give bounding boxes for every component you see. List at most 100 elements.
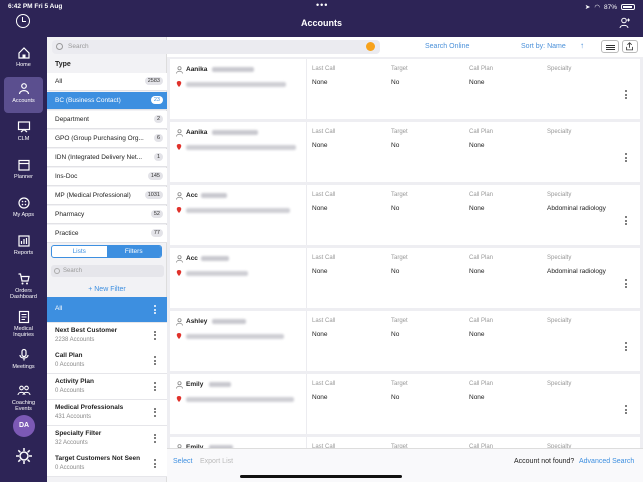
account-card[interactable]: Emily Last Call Target Call Plan Specialty [170, 437, 640, 448]
rail-item-meetings[interactable]: Meetings [4, 343, 43, 379]
type-row[interactable]: BC (Business Contact) 23 [47, 92, 167, 110]
rail-item-coaching-events[interactable]: Coaching Events [4, 379, 43, 415]
last-call-header: Last Call [312, 255, 336, 261]
tab-lists[interactable]: Lists [52, 246, 107, 257]
last-call-value: None [312, 394, 328, 401]
redacted-name [212, 67, 255, 72]
account-search-bar[interactable]: Search [52, 40, 380, 54]
rail-item-accounts[interactable]: Accounts [4, 77, 43, 113]
rail-item-my-apps[interactable]: My Apps [4, 191, 43, 227]
specialty-value: Abdominal radiology [547, 205, 606, 212]
account-card[interactable]: Aanika Last Call Target Call Plan Specialty N… [170, 59, 640, 119]
more-options-icon[interactable] [154, 382, 156, 392]
type-label: Department [55, 116, 89, 123]
new-filter-button[interactable]: + New Filter [47, 286, 167, 293]
user-avatar[interactable]: DA [13, 415, 35, 437]
share-export-button[interactable] [622, 40, 638, 53]
filter-search-bar[interactable]: Search [51, 265, 164, 277]
more-options-icon[interactable] [625, 279, 627, 290]
type-row[interactable]: All 2583 [47, 73, 167, 91]
filter-row[interactable]: Specialty Filter 32 Accounts [47, 425, 167, 452]
type-count-badge: 2 [153, 115, 163, 123]
export-list-button[interactable]: Export List [200, 458, 233, 465]
more-options-icon[interactable] [625, 153, 627, 164]
home-indicator[interactable] [240, 475, 402, 478]
more-options-icon[interactable] [154, 433, 156, 443]
target-value: No [391, 142, 400, 149]
apps-icon [17, 197, 30, 209]
last-call-value: None [312, 331, 328, 338]
target-value: No [391, 205, 400, 212]
more-options-icon[interactable] [154, 305, 156, 314]
add-account-icon[interactable] [619, 17, 631, 29]
filter-name: Medical Professionals [55, 403, 124, 411]
target-header: Target [391, 66, 408, 72]
target-header: Target [391, 318, 408, 324]
more-options-icon[interactable] [154, 330, 156, 340]
rail-item-orders-dashboard[interactable]: Orders Dashboard [4, 267, 43, 303]
account-not-found-label: Account not found? [514, 458, 575, 465]
filter-search-input[interactable]: Search [63, 268, 82, 274]
more-options-icon[interactable] [625, 342, 627, 353]
type-row[interactable]: IDN (Integrated Delivery Net... 1 [47, 149, 167, 167]
more-options-icon[interactable] [625, 90, 627, 101]
last-call-header: Last Call [312, 381, 336, 387]
filter-row[interactable]: Call Plan 0 Accounts [47, 348, 167, 375]
call-plan-value: None [469, 331, 485, 338]
list-view-button[interactable] [601, 40, 619, 53]
type-row[interactable]: MP (Medical Professional) 1031 [47, 187, 167, 205]
type-label: GPO (Group Purchasing Org... [55, 135, 144, 142]
target-header: Target [391, 192, 408, 198]
tab-filters[interactable]: Filters [106, 246, 161, 257]
filter-row[interactable]: Activity Plan 0 Accounts [47, 374, 167, 401]
column-divider [306, 122, 307, 182]
account-card[interactable]: Acc Last Call Target Call Plan Specialty None… [170, 185, 640, 245]
type-row[interactable]: Practice 77 [47, 225, 167, 243]
location-pin-icon [176, 396, 182, 402]
person-icon [176, 66, 183, 74]
search-online-link[interactable]: Search Online [425, 43, 469, 50]
redacted-name [212, 319, 247, 324]
advanced-search-link[interactable]: Advanced Search [579, 458, 634, 465]
rail-item-clm[interactable]: CLM [4, 115, 43, 151]
account-list[interactable]: Aanika Last Call Target Call Plan Specialty N… [167, 57, 643, 448]
account-card[interactable]: Emily Last Call Target Call Plan Specialty No… [170, 374, 640, 434]
filter-row[interactable]: All [47, 297, 167, 323]
sort-direction-icon[interactable]: ↑ [580, 41, 584, 50]
more-options-icon[interactable] [625, 405, 627, 416]
type-row[interactable]: GPO (Group Purchasing Org... 6 [47, 130, 167, 148]
gear-icon[interactable] [14, 446, 34, 466]
voice-search-icon[interactable] [366, 42, 375, 51]
rail-item-planner[interactable]: Planner [4, 153, 43, 189]
status-indicators: ➤ ◠ 87% [585, 3, 635, 11]
account-card[interactable]: Aanika Last Call Target Call Plan Specialty N… [170, 122, 640, 182]
multitask-dots-icon[interactable]: ••• [316, 0, 328, 10]
account-card[interactable]: Ashley Last Call Target Call Plan Specialty N… [170, 311, 640, 371]
account-card[interactable]: Acc Last Call Target Call Plan Specialty None… [170, 248, 640, 308]
filter-row[interactable]: Next Best Customer 2238 Accounts [47, 322, 167, 349]
select-button[interactable]: Select [173, 458, 192, 465]
target-value: No [391, 268, 400, 275]
filter-row[interactable]: Target Customers Not Seen 0 Accounts [47, 451, 167, 478]
filter-count: 2238 Accounts [55, 336, 95, 343]
more-options-icon[interactable] [154, 356, 156, 366]
more-options-icon[interactable] [154, 459, 156, 469]
sort-by-button[interactable]: Sort by: Name [521, 43, 566, 50]
type-row[interactable]: Ins-Doc 145 [47, 168, 167, 186]
rail-item-medical-inquiries[interactable]: Medical Inquiries [4, 305, 43, 341]
person-icon [176, 255, 183, 263]
type-row[interactable]: Pharmacy 52 [47, 206, 167, 224]
account-name: Acc [186, 255, 198, 262]
rail-item-home[interactable]: Home [4, 41, 43, 77]
filter-row[interactable]: Medical Professionals 431 Accounts [47, 399, 167, 426]
more-options-icon[interactable] [625, 216, 627, 227]
battery-icon [621, 4, 635, 10]
type-row[interactable]: Department 2 [47, 111, 167, 129]
call-plan-value: None [469, 394, 485, 401]
search-input[interactable]: Search [68, 43, 89, 50]
more-options-icon[interactable] [154, 407, 156, 417]
filter-name: Activity Plan [55, 378, 95, 386]
rail-item-reports[interactable]: Reports [4, 229, 43, 265]
bottom-toolbar: Select Export List Account not found? Ad… [167, 448, 643, 482]
last-call-value: None [312, 268, 328, 275]
